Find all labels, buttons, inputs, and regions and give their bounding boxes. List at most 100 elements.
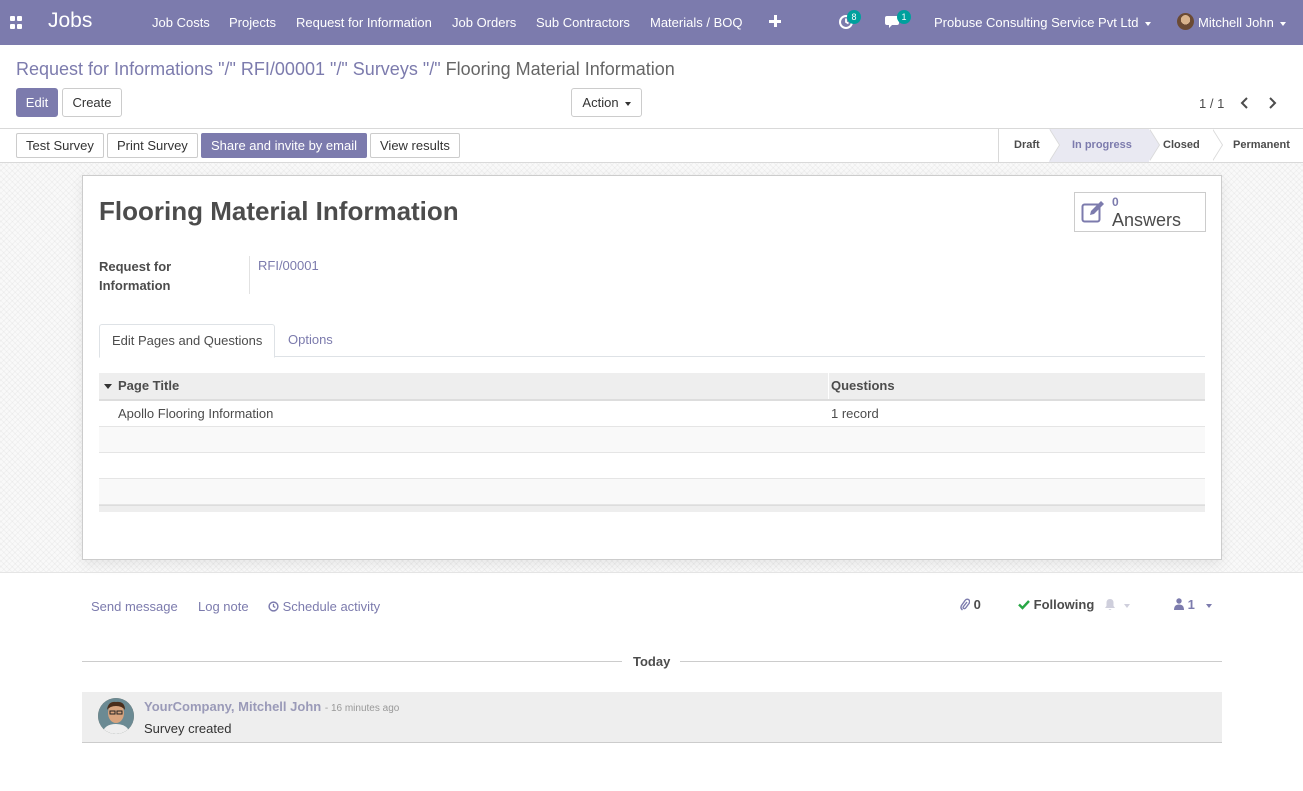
- stage-permanent[interactable]: Permanent: [1212, 129, 1303, 162]
- chevron-right-icon[interactable]: [1267, 97, 1277, 109]
- schedule-activity-label: Schedule activity: [282, 599, 381, 614]
- followers-button[interactable]: 1: [1174, 597, 1213, 612]
- stage-label: In progress: [1072, 139, 1132, 151]
- message-body: Survey created: [144, 721, 232, 736]
- table-row-empty: [99, 479, 1205, 505]
- pager-value[interactable]: 1 / 1: [1199, 96, 1224, 111]
- edit-button[interactable]: Edit: [16, 88, 58, 117]
- cell-page-title: Apollo Flooring Information: [118, 406, 274, 421]
- check-icon: [1018, 600, 1030, 610]
- following-button[interactable]: Following: [1018, 597, 1094, 612]
- menu-job-orders[interactable]: Job Orders: [452, 0, 516, 45]
- table-footer: [99, 505, 1205, 512]
- schedule-activity-button[interactable]: Schedule activity: [268, 599, 380, 614]
- test-survey-button[interactable]: Test Survey: [16, 133, 104, 158]
- print-survey-button[interactable]: Print Survey: [107, 133, 198, 158]
- send-message-button[interactable]: Send message: [91, 599, 178, 614]
- user-menu[interactable]: Mitchell John: [1198, 0, 1286, 45]
- answers-count: 0: [1112, 195, 1119, 209]
- table-row-empty: [99, 427, 1205, 453]
- apps-menu-icon[interactable]: [10, 16, 23, 29]
- top-navbar: Jobs Job Costs Projects Request for Info…: [0, 0, 1303, 45]
- following-label: Following: [1033, 597, 1095, 612]
- tab-options[interactable]: Options: [276, 324, 345, 357]
- company-switcher[interactable]: Probuse Consulting Service Pvt Ltd: [934, 0, 1151, 45]
- view-results-button[interactable]: View results: [370, 133, 460, 158]
- survey-title: Flooring Material Information: [99, 196, 459, 226]
- pages-table: Page Title Questions Apollo Flooring Inf…: [99, 373, 1205, 512]
- author-name[interactable]: YourCompany, Mitchell John: [144, 699, 321, 714]
- activity-clock-icon[interactable]: 8: [838, 10, 861, 30]
- create-button[interactable]: Create: [62, 88, 122, 117]
- rfi-field-value[interactable]: RFI/00001: [258, 258, 319, 273]
- messages-badge: 1: [897, 10, 911, 24]
- chevron-down-icon: [1206, 603, 1213, 608]
- table-row-empty: [99, 453, 1205, 479]
- edit-icon: [1081, 200, 1107, 224]
- stage-in-progress[interactable]: In progress: [1049, 129, 1160, 162]
- rfi-field-label: Request for Information: [99, 259, 172, 293]
- day-separator-label: Today: [633, 654, 671, 669]
- stage-label: Permanent: [1233, 139, 1290, 151]
- breadcrumb-rfi-record[interactable]: RFI/00001: [241, 59, 325, 79]
- field-separator: [249, 256, 250, 294]
- paperclip-icon: [960, 598, 971, 611]
- app-title[interactable]: Jobs: [48, 9, 92, 33]
- answers-label: Answers: [1112, 210, 1182, 230]
- breadcrumb-current: Flooring Material Information: [445, 59, 675, 79]
- breadcrumb-separator: "/": [422, 59, 441, 79]
- breadcrumb-separator: "/": [218, 59, 236, 79]
- action-label: Action: [582, 95, 619, 110]
- company-name: Probuse Consulting Service Pvt Ltd: [934, 15, 1139, 30]
- form-statusbar: Test Survey Print Survey Share and invit…: [0, 129, 1303, 163]
- plus-icon[interactable]: [769, 15, 781, 27]
- chevron-down-icon: [1144, 21, 1151, 26]
- column-page-title[interactable]: Page Title: [118, 373, 179, 399]
- user-icon: [1174, 598, 1184, 610]
- stage-selector: Draft In progress Closed Permanent: [998, 129, 1303, 162]
- messages-icon[interactable]: 1: [885, 10, 911, 30]
- form-sheet: Flooring Material Information 0 Answers …: [82, 175, 1222, 560]
- notification-bell-button[interactable]: [1104, 597, 1130, 612]
- message-date: 16 minutes ago: [330, 703, 400, 714]
- caret-down-icon[interactable]: [104, 384, 112, 389]
- activity-badge: 8: [847, 10, 861, 24]
- action-dropdown[interactable]: Action: [571, 88, 642, 117]
- day-separator-line: [680, 661, 1222, 662]
- author-avatar[interactable]: [98, 698, 134, 734]
- breadcrumb-surveys[interactable]: Surveys: [353, 59, 418, 79]
- chevron-down-icon: [624, 101, 631, 106]
- day-separator-line: [82, 661, 622, 662]
- notebook-tabs: Edit Pages and Questions Options: [99, 324, 1205, 358]
- stage-label: Draft: [1014, 139, 1040, 151]
- stage-label: Closed: [1163, 139, 1200, 151]
- share-invite-button[interactable]: Share and invite by email: [201, 133, 367, 158]
- attachments-count: 0: [973, 597, 981, 612]
- menu-request-for-information[interactable]: Request for Information: [296, 0, 432, 45]
- stage-draft[interactable]: Draft: [999, 129, 1060, 162]
- tab-edit-pages[interactable]: Edit Pages and Questions: [99, 324, 276, 358]
- user-name: Mitchell John: [1198, 15, 1274, 30]
- menu-sub-contractors[interactable]: Sub Contractors: [536, 0, 630, 45]
- table-row[interactable]: Apollo Flooring Information 1 record: [99, 401, 1205, 427]
- chatter-message: YourCompany, Mitchell John - 16 minutes …: [82, 692, 1222, 743]
- message-author: YourCompany, Mitchell John - 16 minutes …: [144, 699, 400, 714]
- chevron-down-icon: [1279, 21, 1286, 26]
- chevron-down-icon: [1123, 603, 1130, 608]
- table-header: Page Title Questions: [99, 373, 1205, 401]
- menu-materials-boq[interactable]: Materials / BOQ: [650, 0, 742, 45]
- answers-smart-button[interactable]: 0 Answers: [1074, 192, 1206, 232]
- followers-count: 1: [1187, 597, 1195, 612]
- column-separator: [828, 373, 829, 399]
- breadcrumb-rfi-list[interactable]: Request for Informations: [16, 59, 213, 79]
- clock-icon: [268, 601, 279, 612]
- menu-projects[interactable]: Projects: [229, 0, 276, 45]
- breadcrumb: Request for Informations "/" RFI/00001 "…: [16, 59, 675, 80]
- attachments-button[interactable]: 0: [960, 597, 981, 612]
- log-note-button[interactable]: Log note: [198, 599, 249, 614]
- chevron-left-icon[interactable]: [1240, 97, 1250, 109]
- column-questions[interactable]: Questions: [831, 373, 895, 399]
- menu-job-costs[interactable]: Job Costs: [152, 0, 210, 45]
- user-avatar: [1177, 13, 1194, 30]
- bell-icon: [1105, 599, 1115, 610]
